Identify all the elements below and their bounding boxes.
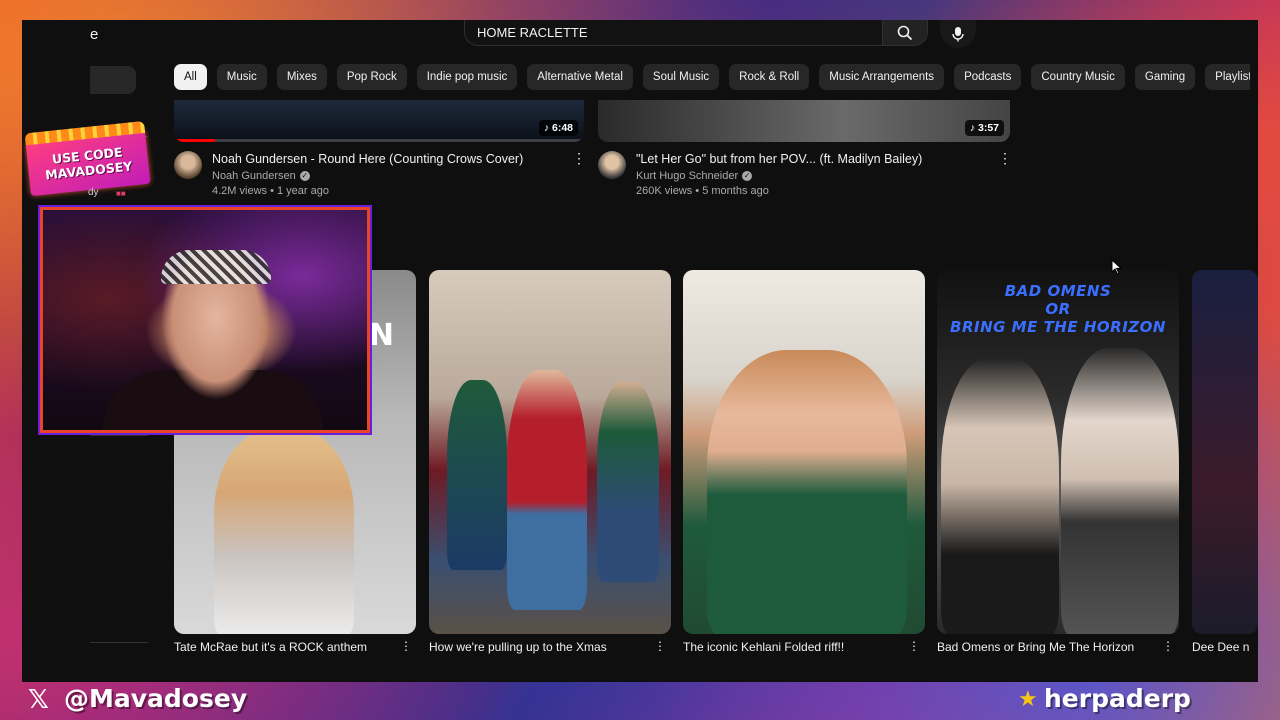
short-title[interactable]: The iconic Kehlani Folded riff!! bbox=[683, 640, 911, 654]
video-title[interactable]: "Let Her Go" but from her POV... (ft. Ma… bbox=[636, 151, 988, 167]
chip-alternative-metal[interactable]: Alternative Metal bbox=[527, 64, 633, 90]
more-options-icon[interactable]: ⋮ bbox=[572, 151, 586, 197]
video-card: Noah Gundersen - Round Here (Counting Cr… bbox=[174, 151, 586, 197]
short-title[interactable]: Bad Omens or Bring Me The Horizon bbox=[937, 640, 1165, 654]
star-icon: ★ bbox=[1018, 686, 1038, 711]
more-options-icon[interactable]: ⋮ bbox=[1162, 639, 1174, 653]
watch-progress-fill bbox=[174, 139, 215, 142]
video-thumbnail[interactable]: ♪ 3:57 bbox=[598, 100, 1010, 142]
video-thumbnail[interactable]: ♪ 6:48 bbox=[174, 100, 584, 142]
short-thumbnail[interactable] bbox=[429, 270, 671, 634]
search-icon bbox=[897, 25, 913, 40]
webcam-overlay bbox=[40, 207, 370, 433]
video-meta: 4.2M views • 1 year ago bbox=[212, 185, 329, 197]
person-figure bbox=[447, 380, 507, 570]
chip-music-arrangements[interactable]: Music Arrangements bbox=[819, 64, 945, 90]
more-options-icon[interactable]: ⋮ bbox=[908, 639, 920, 653]
duration-badge: ♪ 6:48 bbox=[538, 120, 578, 136]
chip-all[interactable]: All bbox=[174, 64, 207, 90]
performer-figure bbox=[214, 430, 354, 634]
channel-name[interactable]: Kurt Hugo Schneider bbox=[636, 170, 738, 182]
promo-code-text: USE CODE MAVADOSEY bbox=[44, 144, 134, 183]
person-figure bbox=[597, 382, 659, 582]
chip-soul-music[interactable]: Soul Music bbox=[642, 64, 720, 90]
short-thumbnail[interactable] bbox=[1192, 270, 1258, 634]
mouse-cursor-icon bbox=[1111, 259, 1123, 275]
person-figure bbox=[1061, 348, 1179, 634]
search-button[interactable] bbox=[882, 20, 928, 46]
verified-icon: ✓ bbox=[299, 171, 310, 181]
more-options-icon[interactable]: ⋮ bbox=[998, 151, 1012, 197]
chip-music[interactable]: Music bbox=[216, 64, 267, 90]
short-overlay-text: BAD OMENS OR BRING ME THE HORIZON bbox=[950, 282, 1166, 336]
chip-country-music[interactable]: Country Music bbox=[1031, 64, 1125, 90]
social-handle-star: herpaderp bbox=[1044, 684, 1191, 713]
filter-chips: All Music Mixes Pop Rock Indie pop music… bbox=[174, 64, 1250, 90]
short-thumbnail[interactable]: BAD OMENS OR BRING ME THE HORIZON bbox=[937, 270, 1179, 634]
mic-icon bbox=[952, 27, 964, 42]
chip-pop-rock[interactable]: Pop Rock bbox=[336, 64, 407, 90]
watch-progress bbox=[174, 139, 584, 142]
sidebar-divider bbox=[90, 642, 148, 643]
chip-podcasts[interactable]: Podcasts bbox=[954, 64, 1022, 90]
video-title[interactable]: Noah Gundersen - Round Here (Counting Cr… bbox=[212, 151, 562, 167]
chip-indie-pop[interactable]: Indie pop music bbox=[416, 64, 518, 90]
sidebar-divider bbox=[90, 435, 148, 436]
chip-playlists[interactable]: Playlists bbox=[1205, 64, 1250, 90]
chip-gaming[interactable]: Gaming bbox=[1134, 64, 1196, 90]
chip-mixes[interactable]: Mixes bbox=[276, 64, 327, 90]
person-figure bbox=[507, 370, 587, 610]
channel-avatar[interactable] bbox=[598, 151, 626, 179]
short-title[interactable]: How we're pulling up to the Xmas bbox=[429, 640, 657, 654]
short-title[interactable]: Tate McRae but it's a ROCK anthem bbox=[174, 640, 402, 654]
social-handle-x: @Mavadosey bbox=[64, 684, 248, 713]
streamer-headband bbox=[161, 250, 271, 284]
singer-figure bbox=[707, 350, 907, 634]
promo-decoration: ■■ bbox=[116, 189, 126, 198]
chip-rock-and-roll[interactable]: Rock & Roll bbox=[729, 64, 810, 90]
search-input[interactable] bbox=[465, 20, 877, 45]
more-options-icon[interactable]: ⋮ bbox=[400, 639, 412, 653]
promo-subtext: dy bbox=[88, 187, 99, 198]
channel-avatar[interactable] bbox=[174, 151, 202, 179]
voice-search-button[interactable] bbox=[940, 20, 976, 48]
person-figure bbox=[941, 358, 1059, 634]
video-meta: 260K views • 5 months ago bbox=[636, 185, 769, 197]
short-title[interactable]: Dee Dee n bbox=[1192, 640, 1258, 654]
sidebar-item-home[interactable] bbox=[90, 66, 136, 94]
video-card: "Let Her Go" but from her POV... (ft. Ma… bbox=[598, 151, 1012, 197]
more-options-icon[interactable]: ⋮ bbox=[654, 639, 666, 653]
sidebar-label: e bbox=[90, 26, 99, 43]
channel-name[interactable]: Noah Gundersen bbox=[212, 170, 296, 182]
search-bar: ✕ bbox=[464, 20, 904, 46]
duration-badge: ♪ 3:57 bbox=[964, 120, 1004, 136]
x-logo-icon: 𝕏 bbox=[28, 685, 49, 715]
short-thumbnail[interactable] bbox=[683, 270, 925, 634]
verified-icon: ✓ bbox=[742, 171, 753, 181]
